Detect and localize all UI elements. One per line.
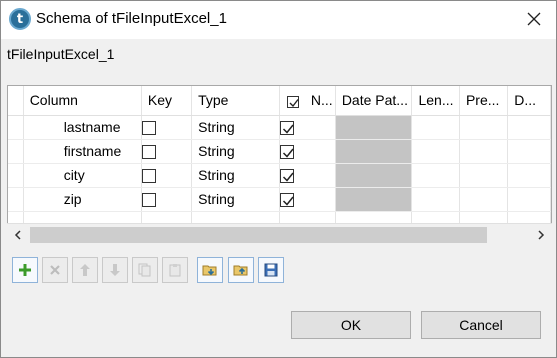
scroll-left-arrow-icon[interactable] (10, 227, 26, 243)
import-schema-button[interactable] (197, 257, 223, 283)
row-header[interactable] (8, 187, 24, 212)
default-cell[interactable] (507, 187, 551, 212)
row-header[interactable] (8, 115, 24, 140)
nullable-checkbox[interactable] (280, 145, 295, 160)
column-name-cell[interactable]: zip (23, 187, 142, 212)
add-icon (19, 264, 31, 276)
type-cell[interactable]: String (191, 163, 281, 188)
type-cell[interactable]: String (191, 139, 281, 164)
save-icon (264, 263, 278, 277)
nullable-checkbox[interactable] (280, 121, 295, 136)
checkmark-icon (282, 196, 294, 206)
key-cell[interactable] (141, 115, 193, 140)
length-cell[interactable] (411, 115, 460, 140)
remove-icon (50, 265, 60, 275)
precision-cell[interactable] (459, 139, 509, 164)
export-schema-button[interactable] (228, 257, 254, 283)
table-header-row: Column Key Type N... Date Pat... Len... … (8, 86, 551, 116)
schema-dialog: t Schema of tFileInputExcel_1 tFileInput… (0, 0, 557, 358)
type-cell[interactable]: String (191, 187, 281, 212)
table-row[interactable]: firstname String (8, 139, 551, 164)
nullable-cell[interactable] (279, 115, 336, 140)
column-header-key[interactable]: Key (141, 86, 193, 116)
default-cell[interactable] (507, 115, 551, 140)
nullable-header-label: N... (310, 92, 333, 109)
row-header[interactable] (8, 139, 24, 164)
key-cell[interactable] (141, 187, 193, 212)
length-cell[interactable] (411, 163, 460, 188)
talend-app-icon: t (9, 8, 31, 30)
copy-button[interactable] (132, 257, 158, 283)
key-checkbox[interactable] (141, 121, 156, 136)
date-pattern-cell[interactable] (335, 163, 413, 188)
length-cell[interactable] (411, 139, 460, 164)
export-icon (233, 265, 248, 276)
precision-cell[interactable] (459, 163, 509, 188)
title-bar: t Schema of tFileInputExcel_1 (1, 1, 556, 39)
copy-icon (138, 263, 151, 277)
move-up-icon (80, 264, 90, 276)
ok-button[interactable]: OK (291, 311, 411, 339)
nullable-cell[interactable] (279, 163, 336, 188)
column-header-default[interactable]: D... (507, 86, 551, 116)
type-cell[interactable]: String (191, 115, 281, 140)
length-cell[interactable] (411, 187, 460, 212)
column-header-column[interactable]: Column (23, 86, 142, 116)
close-icon (527, 12, 541, 26)
column-header-date-pattern[interactable]: Date Pat... (335, 86, 413, 116)
window-title: Schema of tFileInputExcel_1 (36, 10, 227, 27)
row-header-corner (8, 86, 24, 116)
nullable-header-checkbox[interactable] (287, 95, 300, 108)
move-up-button[interactable] (72, 257, 98, 283)
column-name-cell[interactable]: lastname (23, 115, 142, 140)
checkmark-icon (282, 172, 294, 182)
column-header-length[interactable]: Len... (411, 86, 460, 116)
key-cell[interactable] (141, 163, 193, 188)
nullable-cell[interactable] (279, 139, 336, 164)
column-header-type[interactable]: Type (191, 86, 281, 116)
table-row[interactable]: city String (8, 163, 551, 188)
move-down-button[interactable] (102, 257, 128, 283)
scrollbar-thumb[interactable] (30, 227, 487, 243)
schema-table: Column Key Type N... Date Pat... Len... … (7, 85, 552, 245)
precision-cell[interactable] (459, 187, 509, 212)
table-row[interactable]: lastname String (8, 115, 551, 140)
date-pattern-cell[interactable] (335, 139, 413, 164)
column-name-cell[interactable]: city (23, 163, 142, 188)
close-button[interactable] (519, 6, 549, 32)
add-row-button[interactable] (12, 257, 38, 283)
nullable-checkbox[interactable] (280, 169, 295, 184)
nullable-checkbox[interactable] (280, 193, 295, 208)
key-cell[interactable] (141, 139, 193, 164)
horizontal-scrollbar[interactable] (7, 223, 552, 245)
checkmark-icon (282, 148, 294, 158)
save-schema-button[interactable] (258, 257, 284, 283)
key-checkbox[interactable] (141, 193, 156, 208)
column-header-precision[interactable]: Pre... (459, 86, 509, 116)
component-name-label: tFileInputExcel_1 (7, 46, 115, 62)
precision-cell[interactable] (459, 115, 509, 140)
import-icon (202, 265, 217, 276)
row-header[interactable] (8, 163, 24, 188)
default-cell[interactable] (507, 139, 551, 164)
remove-row-button[interactable] (42, 257, 68, 283)
key-checkbox[interactable] (141, 145, 156, 160)
move-down-icon (110, 264, 120, 276)
scroll-right-arrow-icon[interactable] (533, 227, 549, 243)
column-name-cell[interactable]: firstname (23, 139, 142, 164)
paste-button[interactable] (162, 257, 188, 283)
cancel-button[interactable]: Cancel (421, 311, 541, 339)
date-pattern-cell[interactable] (335, 187, 413, 212)
checkmark-icon (289, 98, 299, 107)
date-pattern-cell[interactable] (335, 115, 413, 140)
column-header-nullable[interactable]: N... (279, 86, 336, 116)
paste-icon (169, 264, 181, 277)
default-cell[interactable] (507, 163, 551, 188)
nullable-cell[interactable] (279, 187, 336, 212)
key-checkbox[interactable] (141, 169, 156, 184)
table-row[interactable]: zip String (8, 187, 551, 212)
checkmark-icon (282, 124, 294, 134)
